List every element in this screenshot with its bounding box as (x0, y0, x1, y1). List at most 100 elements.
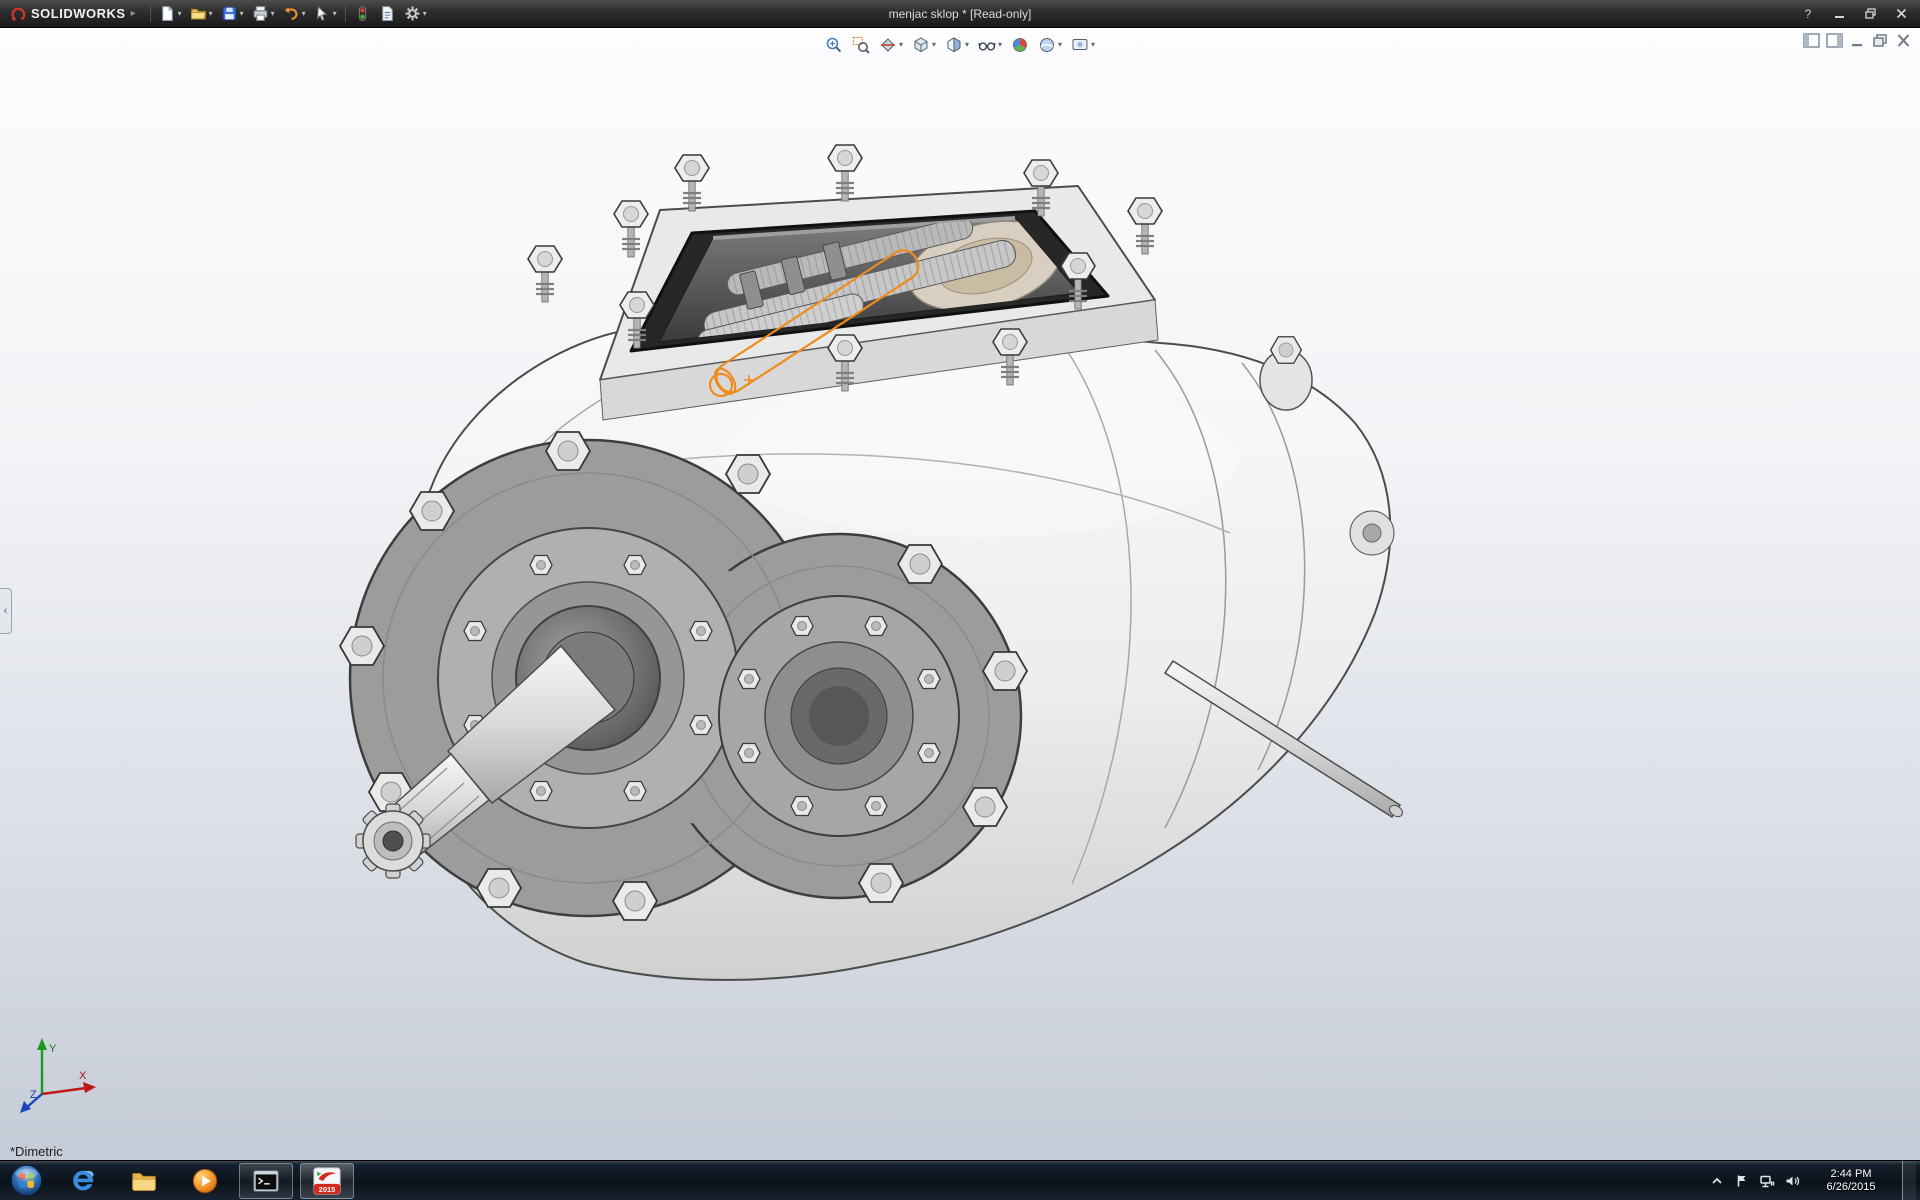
dropdown-arrow-icon[interactable]: ▾ (1091, 41, 1095, 49)
dropdown-arrow-icon[interactable]: ▾ (240, 10, 244, 18)
select-button[interactable]: ▾ (310, 3, 341, 25)
rebuild-traffic-light-icon (354, 5, 371, 22)
dropdown-arrow-icon[interactable]: ▾ (932, 41, 936, 49)
apply-scene-button[interactable]: ▾ (1035, 33, 1065, 57)
solidworks-logo: SOLIDWORKS ▸ (0, 0, 146, 27)
dropdown-arrow-icon[interactable]: ▾ (302, 10, 306, 18)
zoom-to-area-button[interactable] (849, 33, 873, 57)
view-orientation-button[interactable]: ▾ (909, 33, 939, 57)
featuremanager-collapse-tab[interactable]: ‹ (0, 588, 12, 634)
taskbar-solidworks-2015[interactable]: 2015 (300, 1163, 354, 1199)
gearbox-3d-model[interactable] (0, 28, 1920, 1160)
minimize-button[interactable] (1825, 4, 1853, 24)
document-window-controls (1803, 33, 1912, 48)
action-center-button[interactable] (1734, 1173, 1750, 1189)
view-cube-icon (912, 36, 930, 54)
edit-appearance-button[interactable] (1008, 33, 1032, 57)
dropdown-arrow-icon[interactable]: ▾ (899, 41, 903, 49)
help-button[interactable]: ? (1794, 4, 1822, 24)
title-bar: SOLIDWORKS ▸ ▾ ▾ ▾ ▾ ▾ (0, 0, 1920, 28)
flag-icon (1734, 1173, 1750, 1189)
system-tray: 2:44 PM 6/26/2015 (1709, 1161, 1920, 1200)
windows-start-orb-icon (8, 1162, 45, 1199)
dassault-swirl-icon (10, 6, 26, 22)
network-icon (1759, 1173, 1775, 1189)
hide-show-items-button[interactable]: ▾ (975, 33, 1005, 57)
taskbar-clock[interactable]: 2:44 PM 6/26/2015 (1809, 1168, 1893, 1194)
menu-expand-icon[interactable]: ▸ (131, 8, 136, 19)
dropdown-arrow-icon[interactable]: ▾ (1058, 41, 1062, 49)
dropdown-arrow-icon[interactable]: ▾ (271, 10, 275, 18)
heads-up-toolbar: ▾ ▾ ▾ ▾ ▾ ▾ (822, 33, 1098, 57)
undo-icon (283, 5, 300, 22)
clock-time: 2:44 PM (1809, 1168, 1893, 1181)
restore-button[interactable] (1856, 4, 1884, 24)
file-properties-button[interactable] (375, 3, 400, 25)
dropdown-arrow-icon[interactable]: ▾ (333, 10, 337, 18)
splined-shaft-end[interactable] (356, 804, 430, 878)
show-desktop-button[interactable] (1902, 1161, 1916, 1200)
view-orientation-label: *Dimetric (10, 1144, 63, 1159)
close-button[interactable] (1887, 4, 1915, 24)
taskbar-internet-explorer[interactable] (56, 1163, 110, 1199)
hidden-icons-button[interactable] (1709, 1173, 1725, 1189)
solidworks-badge: 2015 (319, 1184, 336, 1193)
file-properties-icon (379, 5, 396, 22)
view-settings-button[interactable]: ▾ (1068, 33, 1098, 57)
chevron-up-icon (1709, 1173, 1725, 1189)
display-style-button[interactable]: ▾ (942, 33, 972, 57)
restore-document-button[interactable] (1872, 33, 1889, 48)
display-style-icon (945, 36, 963, 54)
window-controls: ? (1794, 4, 1920, 24)
side-boss[interactable] (1260, 337, 1312, 410)
dropdown-arrow-icon[interactable]: ▾ (998, 41, 1002, 49)
internet-explorer-icon (68, 1166, 98, 1196)
triad-x-label: X (79, 1070, 87, 1082)
taskbar: 2015 2:44 PM 6/26/2015 (0, 1160, 1920, 1200)
zoom-to-fit-button[interactable] (822, 33, 846, 57)
feature-pane-toggle[interactable] (1803, 33, 1820, 48)
display-pane-toggle[interactable] (1826, 33, 1843, 48)
rebuild-button[interactable] (350, 3, 375, 25)
scene-ball-icon (1038, 36, 1056, 54)
start-button[interactable] (0, 1161, 52, 1200)
print-button[interactable]: ▾ (248, 3, 279, 25)
taskbar-apps: 2015 (56, 1161, 354, 1200)
options-button[interactable]: ▾ (400, 3, 431, 25)
dropdown-arrow-icon[interactable]: ▾ (423, 10, 427, 18)
volume-button[interactable] (1784, 1173, 1800, 1189)
solidworks-app-window: SOLIDWORKS ▸ ▾ ▾ ▾ ▾ ▾ (0, 0, 1920, 1200)
dropdown-arrow-icon[interactable]: ▾ (209, 10, 213, 18)
network-button[interactable] (1759, 1173, 1775, 1189)
triad-z-label: Z (30, 1089, 37, 1101)
print-icon (252, 5, 269, 22)
media-player-icon (190, 1166, 220, 1196)
taskbar-windows-explorer[interactable] (117, 1163, 171, 1199)
select-cursor-icon (314, 5, 331, 22)
undo-button[interactable]: ▾ (279, 3, 310, 25)
close-document-button[interactable] (1895, 33, 1912, 48)
section-view-icon (879, 36, 897, 54)
secondary-bearing-cover[interactable] (719, 596, 959, 836)
triad-y-label: Y (49, 1043, 57, 1055)
dropdown-arrow-icon[interactable]: ▾ (965, 41, 969, 49)
close-icon (1895, 33, 1912, 48)
clock-date: 6/26/2015 (1809, 1181, 1893, 1194)
toolbar-separator (345, 6, 346, 22)
taskbar-media-player[interactable] (178, 1163, 232, 1199)
open-button[interactable]: ▾ (186, 3, 217, 25)
taskbar-command-prompt[interactable] (239, 1163, 293, 1199)
new-document-button[interactable]: ▾ (155, 3, 186, 25)
minimize-icon (1834, 8, 1845, 19)
zoom-to-fit-icon (825, 36, 843, 54)
save-button[interactable]: ▾ (217, 3, 248, 25)
folder-icon (129, 1166, 159, 1196)
view-settings-icon (1071, 36, 1089, 54)
command-prompt-icon (251, 1166, 281, 1196)
graphics-viewport[interactable]: ▾ ▾ ▾ ▾ ▾ ▾ (0, 28, 1920, 1160)
dropdown-arrow-icon[interactable]: ▾ (178, 10, 182, 18)
appearance-ball-icon (1011, 36, 1029, 54)
section-view-button[interactable]: ▾ (876, 33, 906, 57)
minimize-document-button[interactable] (1849, 33, 1866, 48)
glasses-icon (978, 36, 996, 54)
